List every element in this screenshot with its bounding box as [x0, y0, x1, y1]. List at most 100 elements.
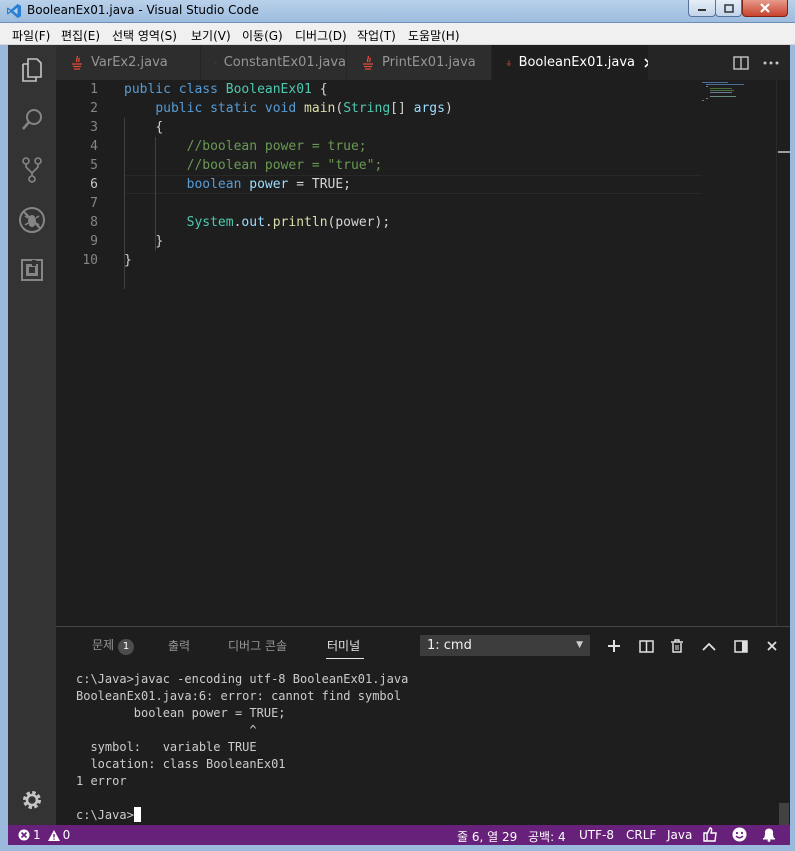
- code-token: class: [178, 82, 218, 97]
- code-token: String: [343, 101, 391, 116]
- feedback-smiley-button[interactable]: [732, 827, 747, 842]
- kill-terminal-button[interactable]: [666, 635, 688, 657]
- vscode-window: BooleanEx01.java - Visual Studio Code 파일…: [0, 0, 795, 851]
- source-control-button[interactable]: [8, 145, 56, 195]
- indentation-status[interactable]: 공백: 4: [528, 828, 566, 845]
- maximize-panel-button[interactable]: [698, 635, 720, 657]
- menu-go[interactable]: 이동(G): [242, 27, 283, 44]
- extensions-button[interactable]: [8, 245, 56, 295]
- explorer-button[interactable]: [8, 45, 56, 95]
- close-panel-button[interactable]: [761, 635, 783, 657]
- notifications-button[interactable]: [762, 827, 776, 842]
- error-icon: [18, 829, 30, 841]
- source-control-icon: [22, 157, 42, 183]
- active-tab-underline: [326, 658, 364, 659]
- tab-booleanex01[interactable]: BooleanEx01.java: [492, 45, 649, 80]
- debug-button[interactable]: [8, 195, 56, 245]
- tab-varex2[interactable]: VarEx2.java: [56, 45, 201, 80]
- terminal-output[interactable]: c:\Java>javac -encoding utf-8 BooleanEx0…: [76, 671, 408, 824]
- code-line: {: [124, 118, 163, 137]
- problems-status[interactable]: 1 0: [18, 828, 70, 842]
- terminal-line: boolean power = TRUE;: [76, 706, 286, 720]
- tab-printex01[interactable]: PrintEx01.java: [347, 45, 492, 80]
- toggle-panel-position-button[interactable]: [730, 635, 752, 657]
- tab-label: 문제: [92, 638, 115, 652]
- cursor-position[interactable]: 줄 6, 열 29: [457, 828, 517, 845]
- line-number: 10: [82, 253, 98, 268]
- tab-terminal[interactable]: 터미널: [327, 637, 360, 654]
- code-token: ): [444, 101, 453, 116]
- language-mode[interactable]: Java: [667, 828, 692, 842]
- close-tab-icon[interactable]: [644, 57, 648, 68]
- terminal-line: ^: [76, 723, 257, 737]
- split-editor-button[interactable]: [731, 53, 751, 73]
- menu-tasks[interactable]: 작업(T): [357, 27, 396, 44]
- tab-label: VarEx2.java: [91, 55, 168, 70]
- terminal-select[interactable]: 1: cmd ▼: [420, 635, 590, 656]
- menu-debug[interactable]: 디버그(D): [295, 27, 347, 44]
- warning-icon: [47, 829, 60, 841]
- code-token: []: [390, 101, 406, 116]
- terminal-select-value: 1: cmd: [427, 638, 472, 653]
- code-token: (: [335, 101, 344, 116]
- java-file-icon: [72, 55, 82, 70]
- close-window-button[interactable]: [742, 0, 788, 17]
- code-line: System.out.println(power);: [124, 213, 391, 232]
- close-icon: [767, 641, 777, 651]
- line-number: 5: [90, 158, 98, 173]
- tab-output[interactable]: 출력: [168, 637, 190, 654]
- code-token: {: [319, 82, 328, 97]
- menu-edit[interactable]: 편집(E): [61, 27, 100, 44]
- code-token: public: [155, 101, 203, 116]
- code-line: public static void main(String[] args): [124, 99, 453, 118]
- code-token: //boolean power = "true";: [186, 158, 383, 173]
- status-bar: 1 0 줄 6, 열 29 공백: 4 UTF-8 CRLF Java: [8, 825, 790, 845]
- code-token: main: [304, 101, 336, 116]
- line-number: 1: [90, 82, 98, 97]
- problems-count-badge: 1: [118, 639, 135, 655]
- line-number: 9: [90, 234, 98, 249]
- code-line: public class BooleanEx01 {: [124, 80, 328, 99]
- menu-selection[interactable]: 선택 영역(S): [112, 27, 177, 44]
- tab-problems[interactable]: 문제 1: [92, 636, 135, 655]
- java-file-icon: [506, 59, 511, 66]
- line-number: 6: [90, 177, 98, 192]
- split-terminal-icon: [638, 639, 654, 653]
- encoding-status[interactable]: UTF-8: [579, 828, 614, 842]
- debug-icon: [19, 207, 45, 233]
- menu-file[interactable]: 파일(F): [12, 27, 50, 44]
- activity-bar: [8, 45, 56, 825]
- terminal-line: symbol: variable TRUE: [76, 740, 257, 754]
- code-token: out: [241, 215, 265, 230]
- line-number: 3: [90, 120, 98, 135]
- menu-view[interactable]: 보기(V): [191, 27, 231, 44]
- tweet-feedback-button[interactable]: [703, 827, 717, 842]
- more-actions-button[interactable]: [761, 53, 781, 73]
- settings-button[interactable]: [8, 775, 56, 825]
- code-token: = TRUE;: [296, 177, 352, 192]
- code-line: //boolean power = "true";: [124, 156, 383, 175]
- minimize-button[interactable]: [688, 0, 716, 17]
- code-token: public: [124, 82, 171, 97]
- plus-icon: [608, 640, 620, 652]
- extensions-icon: [21, 259, 43, 281]
- eol-status[interactable]: CRLF: [626, 828, 656, 842]
- tab-debug-console[interactable]: 디버그 콘솔: [228, 637, 287, 654]
- code-token: {: [155, 120, 164, 135]
- maximize-button[interactable]: [715, 0, 742, 17]
- minimap[interactable]: [702, 80, 776, 110]
- panel-layout-icon: [734, 639, 748, 653]
- window-frame-right: [790, 45, 795, 851]
- split-terminal-button[interactable]: [635, 635, 657, 657]
- terminal-line: 1 error: [76, 774, 127, 788]
- code-token: (power);: [327, 215, 391, 230]
- terminal-scrollbar-thumb[interactable]: [779, 803, 789, 825]
- menu-help[interactable]: 도움말(H): [408, 27, 460, 44]
- new-terminal-button[interactable]: [603, 635, 625, 657]
- code-editor[interactable]: 1 2 3 4 5 6 7 8 9 10 public class Boolea…: [56, 80, 790, 626]
- tab-label: BooleanEx01.java: [518, 55, 636, 70]
- editor-scrollbar[interactable]: [776, 80, 790, 626]
- tab-constantex01[interactable]: ConstantEx01.java: [201, 45, 347, 80]
- search-button[interactable]: [8, 95, 56, 145]
- code-token: }: [155, 234, 164, 249]
